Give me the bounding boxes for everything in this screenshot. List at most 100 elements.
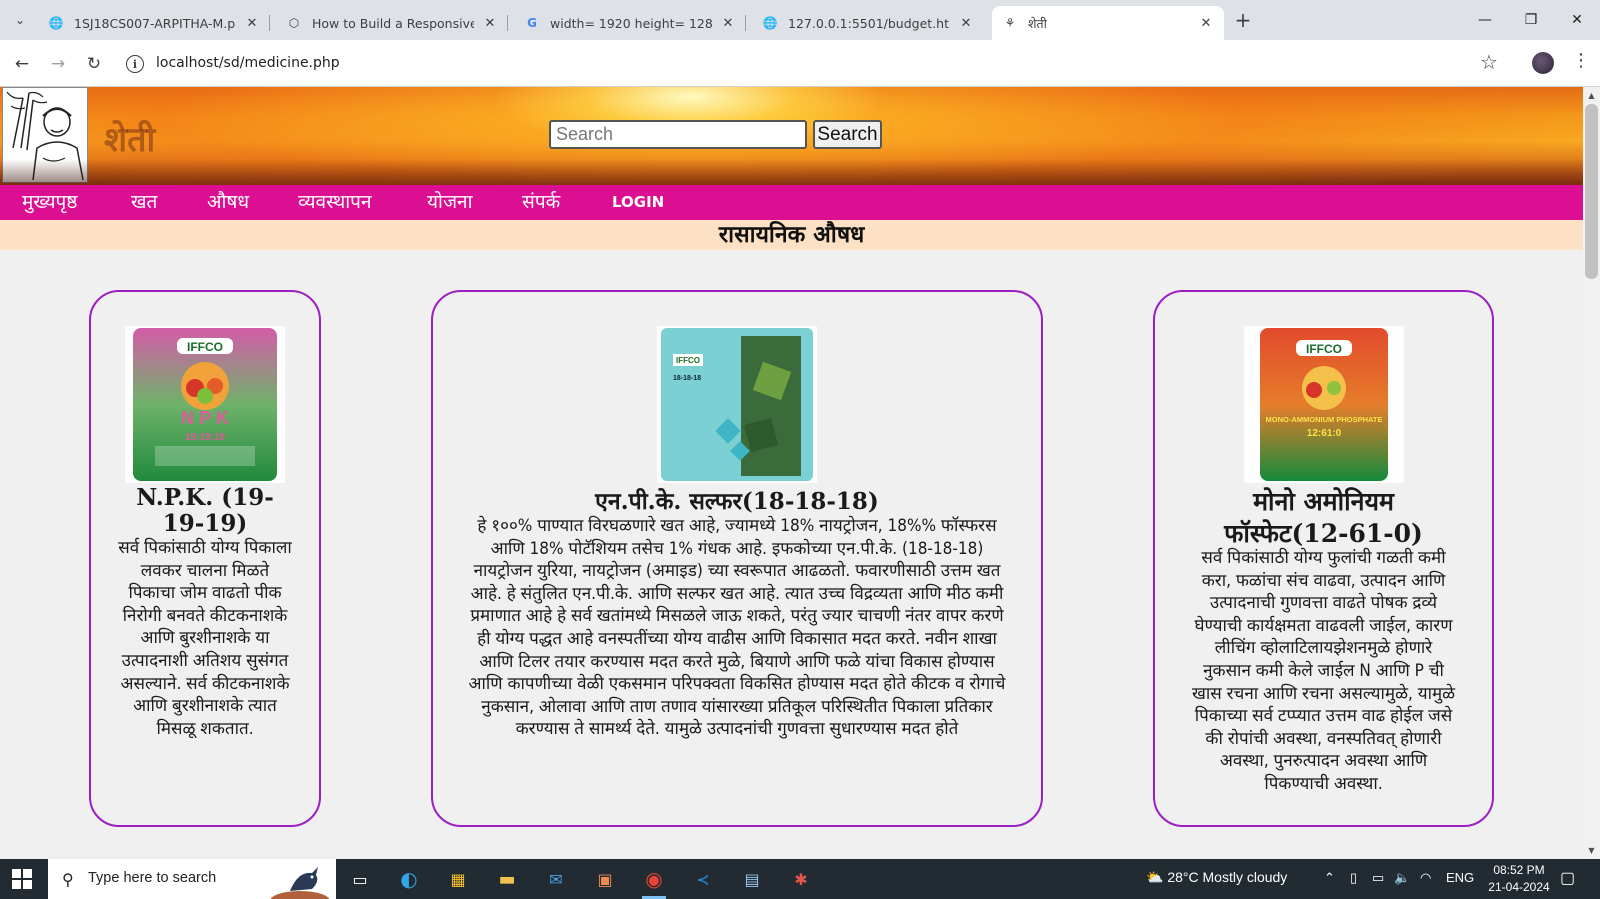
- clock-date: 21-04-2024: [1488, 880, 1550, 894]
- store-icon[interactable]: ▦: [444, 865, 472, 893]
- product-image: IFFCO MONO-AMMONIUM PHOSPHATE 12:61:0: [1243, 326, 1404, 483]
- new-tab-icon[interactable]: +: [1232, 8, 1254, 32]
- volume-icon[interactable]: 🔈: [1394, 870, 1410, 886]
- product-description: सर्व पिकांसाठी योग्य पिकाला लवकर चालना म…: [118, 538, 292, 739]
- google-icon: G: [527, 16, 537, 30]
- pack-brand: IFFCO: [1306, 342, 1342, 356]
- nav-schemes[interactable]: योजना: [427, 185, 473, 220]
- close-tab-icon[interactable]: ✕: [482, 15, 498, 31]
- nav-medicine[interactable]: औषध: [207, 185, 249, 220]
- address-bar[interactable]: i localhost/sd/medicine.php: [118, 46, 1498, 82]
- scroll-down-icon[interactable]: ▼: [1583, 842, 1600, 859]
- search-input[interactable]: [549, 120, 807, 149]
- back-icon[interactable]: ←: [8, 50, 36, 78]
- battery-icon[interactable]: ▭: [1372, 870, 1384, 886]
- browser-tab[interactable]: G width= 1920 height= 1280 con ✕: [514, 6, 746, 40]
- codepen-icon: ⬡: [288, 16, 300, 30]
- farmer-favicon: ⚘: [1004, 16, 1016, 30]
- close-tab-icon[interactable]: ✕: [244, 15, 260, 31]
- tab-search-chevron-icon[interactable]: ⌄: [8, 8, 32, 32]
- product-card: IFFCO N P K 19:19:19 N.P.K. (19-19-19) स…: [89, 290, 321, 827]
- weather-text: 28°C Mostly cloudy: [1167, 869, 1288, 885]
- language-indicator[interactable]: ENG: [1446, 870, 1474, 885]
- menu-kebab-icon[interactable]: ⋮: [1572, 50, 1590, 71]
- mail-icon[interactable]: ✉: [542, 865, 570, 893]
- nav-fertilizer[interactable]: खत: [131, 185, 157, 220]
- section-title: रासायनिक औषध: [0, 220, 1583, 250]
- notepad-icon[interactable]: ▤: [738, 865, 766, 893]
- tray-chevron-icon[interactable]: ⌃: [1324, 870, 1335, 886]
- reload-icon[interactable]: ↻: [80, 50, 108, 78]
- farmer-logo: [2, 87, 88, 183]
- product-name: N.P.K. (19-19-19): [136, 484, 274, 537]
- header-banner: शेती Search: [0, 87, 1583, 185]
- file-explorer-icon[interactable]: ▬: [493, 865, 521, 893]
- search-highlight-bird-icon: [270, 867, 330, 899]
- browser-toolbar: ← → ↻ i localhost/sd/medicine.php ☆ ⋮: [0, 40, 1600, 87]
- restore-icon[interactable]: ❐: [1508, 0, 1554, 40]
- close-tab-icon[interactable]: ✕: [720, 15, 736, 31]
- edge-icon[interactable]: ◐: [395, 865, 423, 893]
- product-name: एन.पी.के. सल्फर(18-18-18): [595, 488, 879, 515]
- browser-tab[interactable]: 🌐 127.0.0.1:5501/budget.html ✕: [752, 6, 984, 40]
- windows-taskbar: ⚲ Type here to search ▭ ◐ ▦ ▬ ✉ ▣ ◉ ≺ ▤ …: [0, 859, 1600, 899]
- product-description: सर्व पिकांसाठी योग्य फुलांची गळती कमी कर…: [1191, 548, 1456, 794]
- forward-icon[interactable]: →: [44, 50, 72, 78]
- clock[interactable]: 08:52 PM 21-04-2024: [1484, 862, 1554, 896]
- minimize-icon[interactable]: —: [1462, 0, 1508, 40]
- tab-title: width= 1920 height= 1280 con: [550, 15, 712, 31]
- bookmark-star-icon[interactable]: ☆: [1480, 50, 1498, 74]
- main-navbar: मुख्यपृष्ठ खत औषध व्यवस्थापन योजना संपर्…: [0, 185, 1583, 220]
- task-view-icon[interactable]: ▭: [346, 865, 374, 893]
- clock-time: 08:52 PM: [1493, 863, 1545, 877]
- globe-icon: 🌐: [48, 16, 64, 30]
- pack-label: 18-18-18: [673, 375, 701, 382]
- app-icon[interactable]: ✱: [787, 865, 815, 893]
- profile-avatar[interactable]: [1532, 52, 1554, 74]
- nav-management[interactable]: व्यवस्थापन: [298, 185, 372, 220]
- pack-brand: IFFCO: [187, 340, 223, 354]
- pack-grade: 12:61:0: [1306, 428, 1341, 439]
- weather-widget[interactable]: ⛅ 28°C Mostly cloudy: [1146, 869, 1287, 886]
- tab-title: 1SJ18CS007-ARPITHA-M.pdf: [74, 15, 236, 31]
- windows-start-icon[interactable]: [12, 869, 32, 889]
- vscode-icon[interactable]: ≺: [689, 865, 717, 893]
- app-icon[interactable]: ▣: [591, 865, 619, 893]
- tab-title: शेती: [1028, 15, 1047, 31]
- pack-brand: IFFCO: [676, 356, 700, 365]
- scrollbar-thumb[interactable]: [1585, 104, 1598, 279]
- wifi-icon[interactable]: ◠: [1420, 870, 1431, 886]
- close-tab-icon[interactable]: ✕: [1198, 15, 1214, 31]
- browser-tab-active[interactable]: ⚘ शेती ✕: [992, 6, 1224, 40]
- page-viewport: शेती Search मुख्यपृष्ठ खत औषध व्यवस्थापन…: [0, 87, 1583, 859]
- taskbar-search-placeholder: Type here to search: [88, 870, 217, 886]
- close-window-icon[interactable]: ✕: [1554, 0, 1600, 40]
- notifications-icon[interactable]: ▢: [1560, 868, 1575, 888]
- product-image: IFFCO N P K 19:19:19: [125, 326, 285, 483]
- product-name: मोनो अमोनियम फॉस्फेट(12-61-0): [1224, 487, 1423, 548]
- chrome-icon[interactable]: ◉: [640, 865, 668, 899]
- product-card: IFFCO 18-18-18 एन.पी.के. सल्फर(18-18-18)…: [431, 290, 1043, 827]
- tab-title: How to Build a Responsive Boo: [312, 15, 474, 31]
- browser-tab[interactable]: ⬡ How to Build a Responsive Boo ✕: [276, 6, 508, 40]
- browser-tab[interactable]: 🌐 1SJ18CS007-ARPITHA-M.pdf ✕: [38, 6, 270, 40]
- search-button[interactable]: Search: [813, 120, 882, 149]
- site-title: शेती: [104, 120, 156, 160]
- close-tab-icon[interactable]: ✕: [958, 15, 974, 31]
- taskbar-search-box[interactable]: ⚲ Type here to search: [48, 859, 336, 899]
- nav-home[interactable]: मुख्यपृष्ठ: [22, 185, 77, 220]
- nav-contact[interactable]: संपर्क: [522, 185, 560, 220]
- site-info-icon[interactable]: i: [126, 55, 144, 73]
- product-description: हे १००% पाण्यात विरघळणारे खत आहे, ज्यामध…: [468, 516, 1006, 740]
- pack-grade: 19:19:19: [185, 432, 225, 443]
- page-scrollbar[interactable]: ▲ ▼: [1583, 87, 1600, 859]
- url-text[interactable]: localhost/sd/medicine.php: [156, 55, 340, 71]
- pack-label: N P K: [181, 408, 229, 428]
- pack-label: MONO-AMMONIUM PHOSPHATE: [1265, 415, 1382, 424]
- browser-tab-strip: ⌄ 🌐 1SJ18CS007-ARPITHA-M.pdf ✕ ⬡ How to …: [0, 0, 1600, 40]
- product-card: IFFCO MONO-AMMONIUM PHOSPHATE 12:61:0 मो…: [1153, 290, 1494, 827]
- nav-login[interactable]: LOGIN: [612, 185, 664, 220]
- scroll-up-icon[interactable]: ▲: [1583, 87, 1600, 104]
- tab-title: 127.0.0.1:5501/budget.html: [788, 15, 950, 31]
- meet-now-icon[interactable]: ▯: [1350, 870, 1357, 886]
